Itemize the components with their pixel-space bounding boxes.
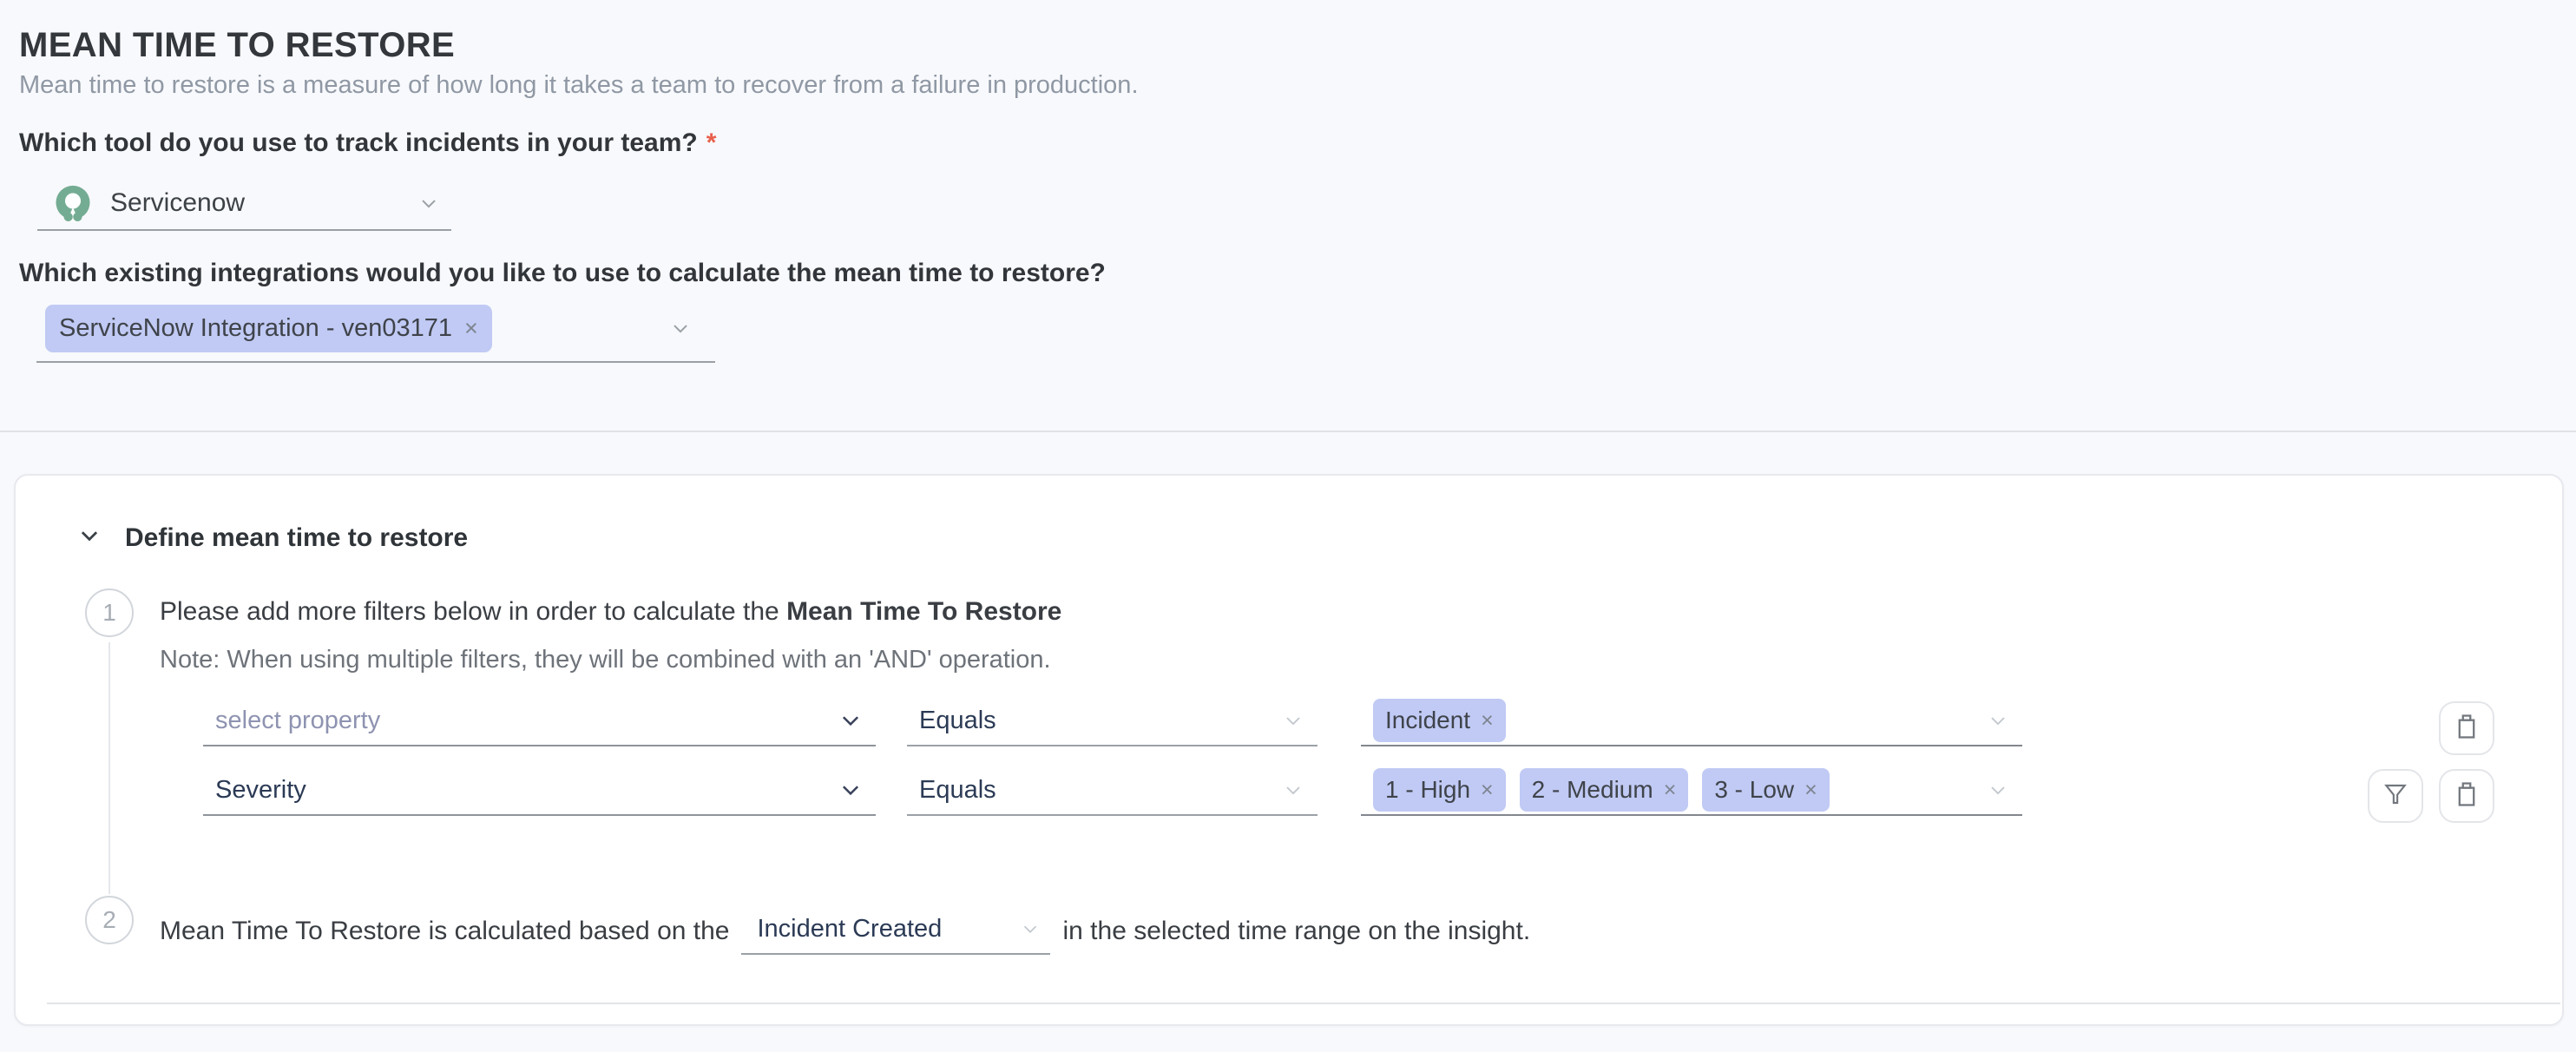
value-chip: 3 - Low ×	[1702, 768, 1829, 812]
remove-chip-icon[interactable]: ×	[1804, 779, 1817, 801]
timestamp-select[interactable]: Incident Created	[741, 904, 1050, 955]
remove-chip-icon[interactable]: ×	[1481, 710, 1494, 732]
chevron-down-icon	[668, 316, 693, 340]
page-subtitle: Mean time to restore is a measure of how…	[19, 71, 1139, 100]
chevron-down-icon	[1986, 708, 2010, 733]
remove-chip-icon[interactable]: ×	[464, 317, 478, 340]
define-mttr-panel: Define mean time to restore 1 Please add…	[14, 474, 2564, 1026]
values-multiselect-row1[interactable]: Incident ×	[1361, 696, 2022, 746]
step-2-row: Mean Time To Restore is calculated based…	[160, 904, 1530, 958]
property-value: Severity	[215, 776, 306, 805]
operator-select-row2[interactable]: Equals	[907, 766, 1318, 816]
panel-title: Define mean time to restore	[125, 523, 468, 553]
integration-chip-label: ServiceNow Integration - ven03171	[59, 316, 452, 341]
property-placeholder: select property	[215, 707, 380, 735]
property-select-row1[interactable]: select property	[203, 696, 876, 746]
step-1-text-bold: Mean Time To Restore	[786, 597, 1061, 626]
step-connector-line	[108, 642, 110, 894]
step-1-note: Note: When using multiple filters, they …	[160, 646, 1051, 674]
integration-chip: ServiceNow Integration - ven03171 ×	[45, 305, 492, 352]
tool-select[interactable]: Servicenow	[37, 177, 451, 231]
chevron-down-icon	[838, 707, 864, 733]
servicenow-logo-icon	[55, 185, 91, 221]
funnel-icon	[2382, 780, 2409, 812]
remove-chip-icon[interactable]: ×	[1481, 779, 1494, 801]
step-1-text-normal: Please add more filters below in order t…	[160, 597, 786, 626]
step-2-badge: 2	[85, 896, 134, 944]
chevron-down-icon	[1019, 917, 1042, 940]
trash-icon	[2452, 712, 2481, 746]
step-2-text-before: Mean Time To Restore is calculated based…	[160, 917, 729, 946]
operator-value: Equals	[919, 707, 996, 735]
operator-select-row1[interactable]: Equals	[907, 696, 1318, 746]
chevron-down-icon	[1281, 708, 1305, 733]
delete-filter-row1-button[interactable]	[2439, 701, 2494, 755]
property-select-row2[interactable]: Severity	[203, 766, 876, 816]
value-chip: 2 - Medium ×	[1520, 768, 1689, 812]
delete-filter-row2-button[interactable]	[2439, 769, 2494, 823]
value-chip-label: 1 - High	[1385, 778, 1470, 802]
value-chip-label: 3 - Low	[1714, 778, 1794, 802]
integrations-multiselect[interactable]: ServiceNow Integration - ven03171 ×	[36, 302, 715, 363]
section-divider	[0, 431, 2576, 432]
question-tool-text: Which tool do you use to track incidents…	[19, 128, 698, 157]
panel-collapse-header[interactable]: Define mean time to restore	[76, 523, 468, 553]
values-multiselect-row2[interactable]: 1 - High × 2 - Medium × 3 - Low ×	[1361, 766, 2022, 816]
chevron-down-icon	[1281, 778, 1305, 802]
trash-icon	[2452, 779, 2481, 813]
tool-select-value: Servicenow	[110, 188, 245, 218]
chevron-down-icon	[1986, 778, 2010, 802]
step-2-text-after: in the selected time range on the insigh…	[1062, 917, 1530, 946]
value-chip: 1 - High ×	[1373, 768, 1506, 812]
required-asterisk: *	[706, 128, 717, 157]
chevron-down-icon	[417, 191, 441, 215]
add-filter-button[interactable]	[2368, 769, 2423, 823]
step-1-badge: 1	[85, 588, 134, 637]
value-chip: Incident ×	[1373, 699, 1506, 742]
panel-footer-divider	[47, 1003, 2560, 1004]
page-title: MEAN TIME TO RESTORE	[19, 26, 455, 65]
step-1-text: Please add more filters below in order t…	[160, 597, 1061, 627]
timestamp-select-value: Incident Created	[757, 915, 942, 944]
chevron-down-icon	[838, 777, 864, 803]
operator-value: Equals	[919, 776, 996, 805]
remove-chip-icon[interactable]: ×	[1664, 779, 1677, 801]
value-chip-label: 2 - Medium	[1532, 778, 1653, 802]
value-chip-label: Incident	[1385, 708, 1470, 733]
question-tool-label: Which tool do you use to track incidents…	[19, 128, 716, 158]
chevron-down-icon	[76, 523, 102, 553]
question-integrations-label: Which existing integrations would you li…	[19, 259, 1106, 288]
